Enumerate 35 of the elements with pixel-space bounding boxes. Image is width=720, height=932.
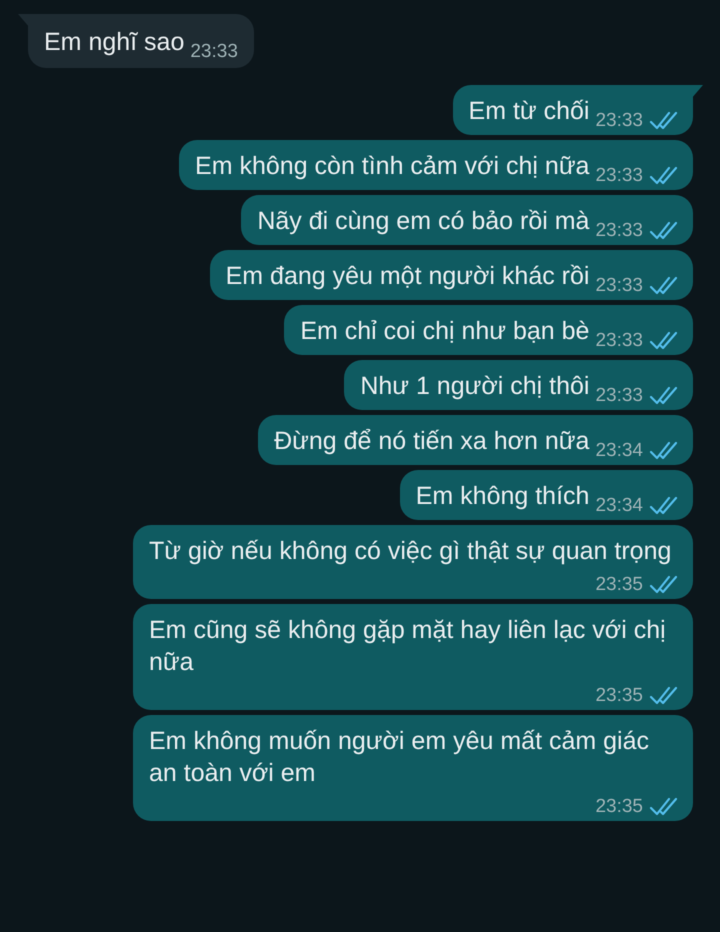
message-time: 23:33 bbox=[595, 164, 643, 188]
message-text: Em đang yêu một người khác rồi bbox=[226, 261, 590, 292]
message-text: Em cũng sẽ không gặp mặt hay liên lạc với chị nữa bbox=[149, 615, 667, 678]
message-time: 23:33 bbox=[595, 109, 643, 133]
double-check-icon bbox=[649, 796, 679, 818]
message-text: Nãy đi cùng em có bảo rồi mà bbox=[257, 206, 590, 237]
message-text: Em không thích bbox=[416, 481, 590, 512]
message-time: 23:33 bbox=[595, 329, 643, 353]
message-text: Em không muốn người em yêu mất cảm giác an toàn với em bbox=[149, 726, 650, 789]
double-check-icon bbox=[649, 165, 679, 187]
message-time: 23:33 bbox=[595, 219, 643, 243]
message-time: 23:33 bbox=[595, 274, 643, 298]
message-time: 23:34 bbox=[595, 494, 643, 518]
double-check-icon bbox=[649, 220, 679, 242]
double-check-icon bbox=[649, 685, 679, 707]
message-time: 23:35 bbox=[595, 684, 643, 708]
double-check-icon bbox=[649, 440, 679, 462]
message-time: 23:33 bbox=[595, 384, 643, 408]
double-check-icon bbox=[649, 275, 679, 297]
message-time: 23:33 bbox=[190, 40, 238, 64]
double-check-icon bbox=[649, 110, 679, 132]
message-text: Đừng để nó tiến xa hơn nữa bbox=[274, 426, 590, 457]
double-check-icon bbox=[649, 330, 679, 352]
message-text: Em không còn tình cảm với chị nữa bbox=[195, 151, 590, 182]
message-text: Như 1 người chị thôi bbox=[360, 371, 590, 402]
message-text: Em chỉ coi chị như bạn bè bbox=[300, 316, 590, 347]
message-time: 23:34 bbox=[595, 439, 643, 463]
message-text: Em từ chối bbox=[468, 96, 590, 127]
message-time: 23:35 bbox=[595, 795, 643, 819]
message-text: Từ giờ nếu không có việc gì thật sự quan trọng bbox=[149, 536, 672, 567]
double-check-icon bbox=[649, 495, 679, 517]
message-text: Em nghĩ sao bbox=[44, 27, 184, 58]
message-time: 23:35 bbox=[595, 573, 643, 597]
double-check-icon bbox=[649, 574, 679, 596]
double-check-icon bbox=[649, 385, 679, 407]
